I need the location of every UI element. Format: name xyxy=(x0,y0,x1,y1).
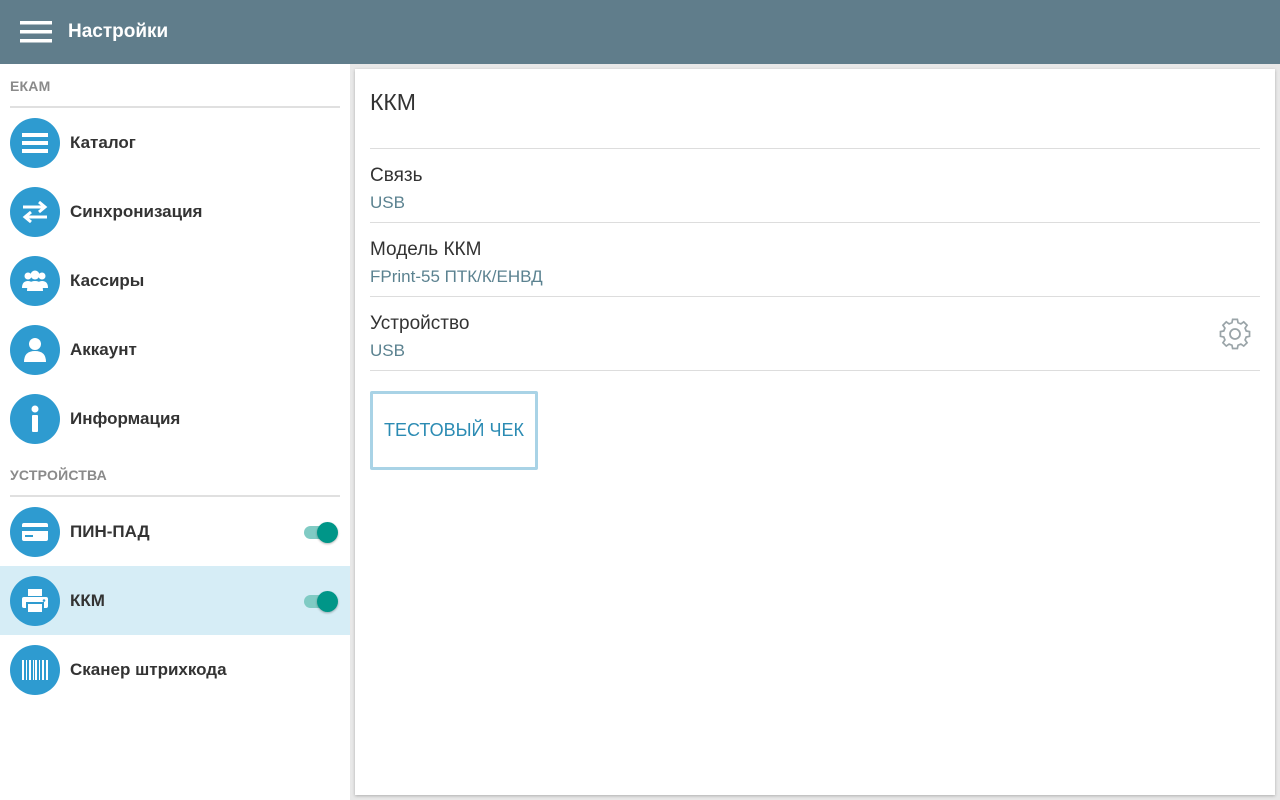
app-bar: Настройки xyxy=(0,0,1280,64)
gear-icon[interactable] xyxy=(1218,317,1252,351)
barcode-icon xyxy=(10,644,60,695)
kkm-settings-panel: ККМ Связь USB Модель ККМ FPrint-55 ПТК/К… xyxy=(355,69,1275,795)
section-header-ekam: ЕКАМ xyxy=(0,64,350,108)
kkm-model-field[interactable]: Модель ККМ FPrint-55 ПТК/К/ЕНВД xyxy=(370,223,1260,296)
section-header-devices: УСТРОЙСТВА xyxy=(0,453,350,497)
group-users-icon xyxy=(10,255,60,306)
sidebar-item-sync[interactable]: Синхронизация xyxy=(0,177,350,246)
sidebar-item-cashiers[interactable]: Кассиры xyxy=(0,246,350,315)
sidebar-item-catalog[interactable]: Каталог xyxy=(0,108,350,177)
field-value: USB xyxy=(370,193,405,212)
panel-title: ККМ xyxy=(370,89,416,115)
sidebar-item-barcode-scanner[interactable]: Сканер штрихкода xyxy=(0,635,350,704)
pinpad-toggle[interactable] xyxy=(304,521,338,543)
toggle-thumb xyxy=(317,590,338,612)
device-field[interactable]: Устройство USB xyxy=(370,297,1260,370)
sidebar-item-label: Кассиры xyxy=(70,270,145,290)
divider xyxy=(370,370,1260,371)
info-icon xyxy=(10,393,60,444)
sidebar-item-label: Аккаунт xyxy=(70,339,137,359)
sidebar: ЕКАМ Каталог Синхронизация Кассиры Аккау… xyxy=(0,64,350,800)
connection-field[interactable]: Связь USB xyxy=(370,149,1260,222)
sidebar-item-label: Сканер штрихкода xyxy=(70,659,227,679)
sidebar-item-account[interactable]: Аккаунт xyxy=(0,315,350,384)
list-icon xyxy=(10,117,60,168)
sidebar-item-label: Информация xyxy=(70,408,181,428)
sidebar-item-pinpad[interactable]: ПИН-ПАД xyxy=(0,497,350,566)
field-label: Связь xyxy=(370,165,423,186)
sync-arrows-icon xyxy=(10,186,60,237)
credit-card-icon xyxy=(10,506,60,557)
printer-icon xyxy=(10,575,60,626)
field-value: FPrint-55 ПТК/К/ЕНВД xyxy=(370,267,543,286)
sidebar-item-label: Синхронизация xyxy=(70,201,203,221)
sidebar-item-label: Каталог xyxy=(70,132,136,152)
sidebar-item-info[interactable]: Информация xyxy=(0,384,350,453)
kkm-toggle[interactable] xyxy=(304,590,338,612)
test-receipt-button[interactable]: ТЕСТОВЫЙ ЧЕК xyxy=(370,391,538,470)
field-label: Устройство xyxy=(370,313,470,334)
sidebar-item-label: ККМ xyxy=(70,590,105,610)
toggle-thumb xyxy=(317,521,338,543)
field-value: USB xyxy=(370,341,405,360)
user-icon xyxy=(10,324,60,375)
app-title: Настройки xyxy=(68,21,169,42)
field-label: Модель ККМ xyxy=(370,239,482,260)
sidebar-item-kkm[interactable]: ККМ xyxy=(0,566,350,635)
sidebar-item-label: ПИН-ПАД xyxy=(70,521,150,541)
hamburger-menu-icon[interactable] xyxy=(18,14,54,50)
